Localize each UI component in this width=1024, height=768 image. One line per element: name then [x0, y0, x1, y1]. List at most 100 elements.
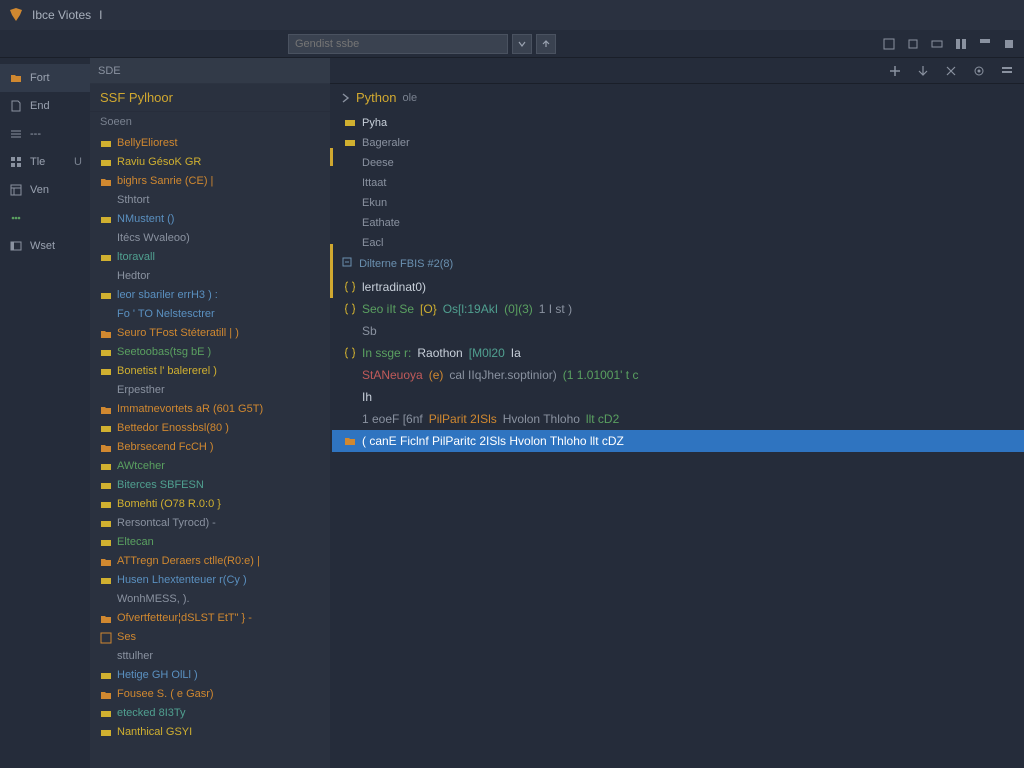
outline-row[interactable]: Pyha [332, 113, 1024, 133]
activity-item[interactable]: Wset [0, 232, 90, 260]
tree-row[interactable]: Fousee S. ( e Gasr) [90, 685, 330, 704]
tree-row[interactable]: Ses [90, 628, 330, 647]
search-input[interactable] [288, 34, 508, 54]
code-line[interactable]: ( canE Ficlnf PilParitc 2ISls Hvolon Thl… [332, 430, 1024, 452]
tree-row-label: Raviu GésoK GR [117, 154, 201, 171]
tree-row[interactable]: BellyEliorest [90, 134, 330, 153]
tree-row[interactable]: Erpesther [90, 381, 330, 400]
tree-row[interactable]: Nanthical GSYI [90, 723, 330, 742]
activity-item-label: --- [30, 128, 41, 140]
tree-row[interactable]: Seuro TFost Stéteratill | ) [90, 324, 330, 343]
folder-icon [100, 613, 112, 625]
tree-row-label: Bebrsecend FcCH ) [117, 439, 214, 456]
topbar-actions [882, 37, 1016, 51]
explorer-tree: BellyEliorestRaviu GésoK GRbighrs Sanrie… [90, 132, 330, 768]
tree-row[interactable]: Eltecan [90, 533, 330, 552]
code-line[interactable]: Seo iIt Se [O}Os[l:19AkI(0](3) 1 I st ) [332, 298, 1024, 320]
activity-item[interactable]: Ven [0, 176, 90, 204]
tree-row[interactable]: Hedtor [90, 267, 330, 286]
tree-row[interactable]: Raviu GésoK GR [90, 153, 330, 172]
outline-section-label: Dilterne FBIS #2(8) [330, 255, 1024, 272]
tree-row[interactable]: ltoravall [90, 248, 330, 267]
editor-action-down-icon[interactable] [916, 64, 930, 78]
editor-tab[interactable]: Python ole [330, 84, 1024, 111]
tree-row-label: Bomehti (O78 R.0:0 } [117, 496, 221, 513]
toolbar-icon-5[interactable] [978, 37, 992, 51]
struct-icon [100, 423, 112, 435]
code-token: (e) [429, 365, 444, 385]
outline-row[interactable]: Ittaat [332, 173, 1024, 193]
outline-row[interactable]: Bageraler [332, 133, 1024, 153]
toolbar-icon-4[interactable] [954, 37, 968, 51]
tree-row[interactable]: Sthtort [90, 191, 330, 210]
code-line[interactable]: 1 eoeF [6nf PilParit 2ISls Hvolon Thloho… [332, 408, 1024, 430]
editor-tab-label: Python [356, 90, 396, 105]
editor-action-cut-icon[interactable] [944, 64, 958, 78]
outline-row[interactable]: Eathate [332, 213, 1024, 233]
none-icon [100, 594, 112, 606]
toolbar-icon-3[interactable] [930, 37, 944, 51]
tree-row[interactable]: ATTregn Deraers ctlle(R0:e) | [90, 552, 330, 571]
code-token: Ia [511, 343, 521, 363]
toolbar-icon-6[interactable] [1002, 37, 1016, 51]
none-icon [100, 385, 112, 397]
expand-icon[interactable] [342, 257, 352, 267]
activity-item[interactable]: TleU [0, 148, 90, 176]
outline-item-icon [344, 217, 356, 229]
code-token: (0](3) [504, 299, 533, 319]
tree-row[interactable]: Fo ' TO Nelstesctrer [90, 305, 330, 324]
activity-item[interactable]: --- [0, 120, 90, 148]
struct-icon [100, 575, 112, 587]
list-icon [8, 126, 24, 142]
toolbar-icon-1[interactable] [882, 37, 896, 51]
panel-icon [8, 238, 24, 254]
tree-row[interactable]: etecked 8I3Ty [90, 704, 330, 723]
code-line[interactable]: In ssge r:Raothon[M0l20Ia [332, 342, 1024, 364]
code-line[interactable]: StANeuoya(e) cal IIqJher.soptinior) (1 1… [332, 364, 1024, 386]
tree-row[interactable]: Bomehti (O78 R.0:0 } [90, 495, 330, 514]
tree-row[interactable]: Bettedor Enossbsl(80 ) [90, 419, 330, 438]
code-line[interactable]: lertradinat0) [332, 276, 1024, 298]
tree-row[interactable]: NMustent () [90, 210, 330, 229]
tree-row-label: Sthtort [117, 192, 149, 209]
tree-row[interactable]: bighrs Sanrie (CE) | [90, 172, 330, 191]
tree-row[interactable]: Husen Lhextenteuer r(Cy ) [90, 571, 330, 590]
activity-item[interactable]: End [0, 92, 90, 120]
tree-row[interactable]: leor sbariler errH3 ) : [90, 286, 330, 305]
tree-row-label: Bonetist l' balererel ) [117, 363, 217, 380]
brace-icon [344, 347, 356, 359]
toolbar-icon-2[interactable] [906, 37, 920, 51]
code-area[interactable]: lertradinat0)Seo iIt Se [O}Os[l:19AkI(0]… [332, 276, 1024, 452]
tree-row[interactable]: Hetige GH OlLl ) [90, 666, 330, 685]
tree-row[interactable]: sttulher [90, 647, 330, 666]
tree-row[interactable]: Rersontcal Tyrocd) - [90, 514, 330, 533]
tree-row-label: Seuro TFost Stéteratill | ) [117, 325, 239, 342]
outline-row[interactable]: Ekun [332, 193, 1024, 213]
activity-item[interactable] [0, 204, 90, 232]
search-dropdown-icon[interactable] [512, 34, 532, 54]
folder-icon [100, 328, 112, 340]
editor-action-more-icon[interactable] [1000, 64, 1014, 78]
search-up-icon[interactable] [536, 34, 556, 54]
tree-row[interactable]: WonhMESS, ). [90, 590, 330, 609]
tree-row[interactable]: AWtceher [90, 457, 330, 476]
editor-action-add-icon[interactable] [888, 64, 902, 78]
tree-row-label: etecked 8I3Ty [117, 705, 186, 722]
struct-icon [100, 290, 112, 302]
tree-row[interactable]: Bonetist l' balererel ) [90, 362, 330, 381]
tree-row[interactable]: Itécs Wvaleoo) [90, 229, 330, 248]
outline-row-label: Eathate [362, 214, 400, 232]
tree-row-label: Ofvertfetteur¦dSLST EtT" } - [117, 610, 252, 627]
brace-icon [344, 303, 356, 315]
tree-row[interactable]: Ofvertfetteur¦dSLST EtT" } - [90, 609, 330, 628]
tree-row[interactable]: Seetoobas(tsg bE ) [90, 343, 330, 362]
activity-item[interactable]: Fort [0, 64, 90, 92]
tree-row[interactable]: Immatnevortets aR (601 G5T) [90, 400, 330, 419]
tree-row[interactable]: Bebrsecend FcCH ) [90, 438, 330, 457]
code-line[interactable]: Sb [332, 320, 1024, 342]
code-line[interactable]: Ih [332, 386, 1024, 408]
outline-row[interactable]: Eacl [332, 233, 1024, 253]
editor-action-settings-icon[interactable] [972, 64, 986, 78]
outline-row[interactable]: Deese [332, 153, 1024, 173]
tree-row[interactable]: Biterces SBFESN [90, 476, 330, 495]
